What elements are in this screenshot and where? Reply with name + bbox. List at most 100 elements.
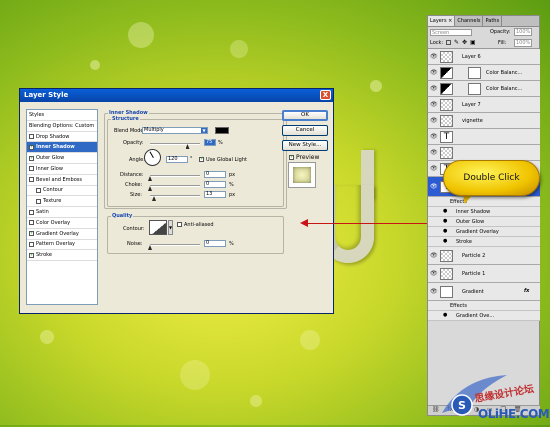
eye-icon[interactable]: 👁 bbox=[430, 69, 438, 76]
close-icon[interactable]: X bbox=[320, 90, 331, 100]
eye-icon[interactable]: 👁 bbox=[430, 85, 438, 92]
effect-eye-icon[interactable]: ● bbox=[443, 218, 447, 224]
style-checkbox[interactable] bbox=[29, 220, 34, 226]
style-item-gradient-overlay[interactable]: Gradient Overlay bbox=[27, 229, 97, 240]
lock-all-icon[interactable]: ▣ bbox=[470, 39, 476, 46]
style-checkbox[interactable] bbox=[29, 230, 34, 237]
style-item-drop-shadow[interactable]: Drop Shadow bbox=[27, 132, 97, 143]
cancel-button[interactable]: Cancel bbox=[282, 125, 328, 136]
angle-dial[interactable] bbox=[144, 149, 161, 166]
effect-item[interactable]: ● Inner Shadow bbox=[428, 207, 540, 217]
style-checkbox[interactable] bbox=[36, 187, 41, 193]
style-item-inner-shadow[interactable]: Inner Shadow bbox=[27, 142, 97, 154]
layer-row[interactable]: 👁 Layer 7 bbox=[428, 97, 540, 113]
antialiased-checkbox[interactable] bbox=[177, 222, 182, 227]
style-checkbox[interactable] bbox=[29, 252, 34, 258]
style-item-color-overlay[interactable]: Color Overlay bbox=[27, 218, 97, 229]
choke-slider[interactable] bbox=[148, 185, 200, 191]
layer-row[interactable]: 👁 vignette bbox=[428, 113, 540, 129]
distance-slider[interactable] bbox=[148, 175, 200, 181]
fx-icon[interactable]: fx bbox=[524, 288, 529, 294]
eye-icon[interactable]: 👁 bbox=[430, 149, 438, 156]
preview-checkbox[interactable] bbox=[289, 154, 294, 160]
style-item-label: Inner Shadow bbox=[36, 144, 75, 151]
tab-channels[interactable]: Channels bbox=[455, 16, 484, 26]
layer-row[interactable]: 👁 Particle 2 bbox=[428, 247, 540, 265]
background-sparkle bbox=[300, 330, 320, 350]
eye-icon[interactable]: 👁 bbox=[430, 133, 438, 140]
style-item-styles[interactable]: Styles bbox=[27, 110, 97, 121]
effects-header[interactable]: Effects bbox=[428, 197, 540, 207]
style-checkbox[interactable] bbox=[29, 241, 34, 247]
layer-row[interactable]: 👁 bbox=[428, 145, 540, 161]
eye-icon[interactable]: 👁 bbox=[430, 270, 438, 277]
effect-eye-icon[interactable]: ● bbox=[443, 208, 447, 214]
tab-layers[interactable]: Layers × bbox=[428, 16, 456, 26]
global-light-checkbox[interactable] bbox=[199, 156, 204, 162]
opacity-slider[interactable] bbox=[150, 143, 200, 149]
layer-blend-select[interactable]: Screen bbox=[430, 29, 472, 36]
effect-item[interactable]: ● Gradient Overlay bbox=[428, 227, 540, 237]
style-checkbox[interactable] bbox=[36, 198, 41, 204]
effect-item[interactable]: ● Gradient Ove... bbox=[428, 311, 540, 321]
style-item-blending-options-custom[interactable]: Blending Options: Custom bbox=[27, 121, 97, 132]
style-item-texture[interactable]: Texture bbox=[27, 196, 97, 208]
eye-icon[interactable]: 👁 bbox=[430, 117, 438, 124]
distance-field[interactable]: 0 bbox=[204, 171, 226, 178]
shadow-color-swatch[interactable] bbox=[215, 127, 229, 134]
layer-row[interactable]: 👁 Color Balanc... bbox=[428, 65, 540, 81]
dialog-title: Layer Style bbox=[24, 91, 69, 99]
lock-pixels-icon[interactable]: ✎ bbox=[454, 39, 459, 46]
opacity-field[interactable]: 75 bbox=[204, 139, 216, 146]
eye-icon[interactable]: 👁 bbox=[430, 53, 438, 60]
effect-eye-icon[interactable]: ● bbox=[443, 228, 447, 234]
ok-button[interactable]: OK bbox=[282, 110, 328, 121]
style-item-inner-glow[interactable]: Inner Glow bbox=[27, 164, 97, 175]
watermark-url: OLiHE.COM bbox=[478, 407, 550, 421]
style-item-pattern-overlay[interactable]: Pattern Overlay bbox=[27, 240, 97, 251]
lock-position-icon[interactable]: ✥ bbox=[462, 39, 467, 46]
layer-row[interactable]: 👁 Layer 6 bbox=[428, 49, 540, 65]
eye-icon[interactable]: 👁 bbox=[430, 183, 438, 190]
eye-icon[interactable]: 👁 bbox=[430, 101, 438, 108]
panel-fill-value[interactable]: 100% bbox=[514, 39, 533, 47]
style-item-satin[interactable]: Satin bbox=[27, 207, 97, 218]
effects-header[interactable]: Effects bbox=[428, 301, 540, 311]
angle-field[interactable]: 120 bbox=[166, 156, 188, 163]
style-item-stroke[interactable]: Stroke bbox=[27, 250, 97, 262]
contour-picker[interactable] bbox=[149, 220, 167, 235]
effect-eye-icon[interactable]: ● bbox=[443, 238, 447, 244]
size-slider[interactable] bbox=[150, 195, 200, 201]
choke-field[interactable]: 0 bbox=[204, 181, 226, 188]
style-checkbox[interactable] bbox=[29, 209, 34, 215]
chevron-down-icon[interactable]: ▼ bbox=[168, 220, 173, 235]
layer-row[interactable]: 👁 Color Balanc... bbox=[428, 81, 540, 97]
lock-transparent-icon[interactable] bbox=[446, 40, 451, 45]
layer-row[interactable]: 👁 Particle 1 bbox=[428, 265, 540, 283]
effect-eye-icon[interactable]: ● bbox=[443, 312, 447, 318]
style-item-bevel-and-emboss[interactable]: Bevel and Emboss bbox=[27, 175, 97, 186]
layer-name: Layer 6 bbox=[462, 54, 481, 60]
effect-item[interactable]: ● Outer Glow bbox=[428, 217, 540, 227]
style-item-outer-glow[interactable]: Outer Glow bbox=[27, 153, 97, 164]
layer-row[interactable]: 👁T bbox=[428, 129, 540, 145]
blend-mode-select[interactable]: Multiply ▼ bbox=[142, 127, 208, 134]
effect-item[interactable]: ● Stroke bbox=[428, 237, 540, 247]
layer-row[interactable]: 👁 Gradient fx bbox=[428, 283, 540, 301]
new-style-button[interactable]: New Style... bbox=[282, 140, 328, 151]
panel-opacity-value[interactable]: 100% bbox=[514, 28, 533, 36]
style-checkbox[interactable] bbox=[29, 177, 34, 183]
style-checkbox[interactable] bbox=[29, 144, 34, 150]
tab-paths[interactable]: Paths bbox=[483, 16, 503, 26]
dialog-title-bar[interactable]: Layer Style X bbox=[20, 89, 333, 102]
style-item-contour[interactable]: Contour bbox=[27, 186, 97, 197]
style-checkbox[interactable] bbox=[29, 155, 34, 161]
style-checkbox[interactable] bbox=[29, 166, 34, 172]
eye-icon[interactable]: 👁 bbox=[430, 252, 438, 259]
eye-icon[interactable]: 👁 bbox=[430, 165, 438, 172]
style-checkbox[interactable] bbox=[29, 133, 34, 139]
noise-field[interactable]: 0 bbox=[204, 240, 226, 247]
noise-slider[interactable] bbox=[148, 244, 200, 250]
size-field[interactable]: 13 bbox=[204, 191, 226, 198]
eye-icon[interactable]: 👁 bbox=[430, 288, 438, 295]
